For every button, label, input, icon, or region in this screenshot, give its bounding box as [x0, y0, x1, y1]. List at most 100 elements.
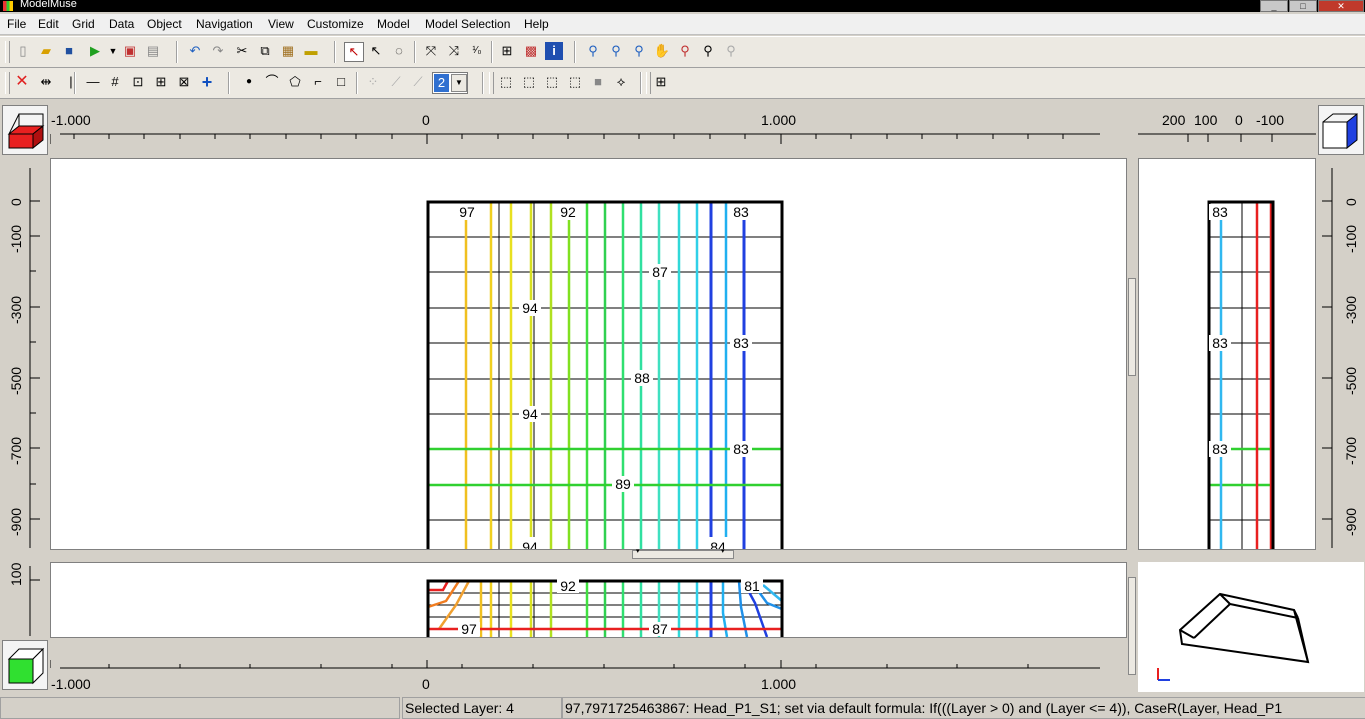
- vertical-splitter-handle-bottom[interactable]: [1128, 577, 1136, 675]
- line-object-icon[interactable]: ⌒: [263, 73, 281, 91]
- layer-select[interactable]: 2 ▼: [432, 72, 468, 94]
- cube-wire-icon[interactable]: ⟡: [612, 73, 630, 91]
- pan-hand-icon[interactable]: ✋: [653, 42, 671, 60]
- left-ruler-label: 0: [8, 198, 24, 206]
- redo-icon[interactable]: ↷: [209, 42, 227, 60]
- run-dropdown-icon[interactable]: ▼: [104, 42, 122, 60]
- select-arrow-icon[interactable]: ↖: [344, 42, 364, 62]
- contour-label: 92: [560, 578, 576, 594]
- chevron-down-icon[interactable]: ▼: [451, 74, 467, 92]
- delete-segment-icon[interactable]: ⤨: [445, 42, 463, 60]
- chevron-up-icon: ▾: [721, 548, 725, 555]
- split-object-icon[interactable]: ⟋: [387, 73, 405, 91]
- show-grid-icon[interactable]: ⊞: [652, 73, 670, 91]
- top-ruler-label: -1.000: [51, 112, 91, 128]
- zoom-in-icon[interactable]: ⚲: [607, 42, 625, 60]
- top-view-cube-button[interactable]: [2, 105, 48, 155]
- front-view-cube-button[interactable]: [2, 640, 48, 690]
- restore-default-zoom-icon[interactable]: ⚲: [722, 42, 740, 60]
- point-object-icon[interactable]: ●: [240, 73, 258, 91]
- menu-grid[interactable]: Grid: [72, 17, 95, 31]
- add-vertex-icon[interactable]: ⤧: [422, 42, 440, 60]
- maximize-button[interactable]: □: [1289, 0, 1317, 12]
- zoom-extents-icon[interactable]: ⚲: [676, 42, 694, 60]
- menu-object[interactable]: Object: [147, 17, 182, 31]
- move-grid-line-icon[interactable]: ⇹: [37, 73, 55, 91]
- delete-grid-line-icon[interactable]: ✕: [13, 73, 31, 91]
- menu-model-selection[interactable]: Model Selection: [425, 17, 510, 31]
- top-view-panel[interactable]: 97 92 83 87 94 83 88 94 83 89 94 84: [50, 158, 1127, 550]
- 3d-view-panel[interactable]: [1138, 562, 1364, 692]
- side-top-ruler: 200 100 0 -100: [1138, 112, 1316, 142]
- top-ruler: -1.000 0 1.000: [50, 112, 1100, 144]
- info-icon[interactable]: i: [545, 42, 563, 60]
- run-model-icon[interactable]: ▶: [86, 42, 104, 60]
- side-ruler-label: 200: [1162, 112, 1186, 128]
- color-grid-icon[interactable]: ▩: [522, 42, 540, 60]
- new-file-icon[interactable]: ▯: [14, 42, 32, 60]
- cube-view-4-icon[interactable]: ⬚: [566, 73, 584, 91]
- zoom-out-icon[interactable]: ⚲: [630, 42, 648, 60]
- menu-view[interactable]: View: [268, 17, 294, 31]
- open-folder-icon[interactable]: ▰: [37, 42, 55, 60]
- top-view-canvas[interactable]: 97 92 83 87 94 83 88 94 83 89 94 84: [51, 159, 1126, 549]
- side-view-canvas[interactable]: 83 83 83: [1139, 159, 1315, 549]
- left-ruler-front-label: 100: [8, 562, 24, 586]
- menu-bar: File Edit Grid Data Object Navigation Vi…: [0, 14, 1365, 35]
- model-viewer-icon[interactable]: ▣: [121, 42, 139, 60]
- add-column-icon[interactable]: |: [62, 73, 80, 91]
- polygon-object-icon[interactable]: ⬠: [286, 73, 304, 91]
- toolbar-grip: [5, 72, 10, 94]
- contour-label: 97: [459, 204, 475, 220]
- cube-view-2-icon[interactable]: ⬚: [520, 73, 538, 91]
- top-ruler-ticks: [50, 134, 1064, 144]
- menu-data[interactable]: Data: [109, 17, 134, 31]
- cube-solid-icon[interactable]: ■: [589, 73, 607, 91]
- side-view-panel[interactable]: 83 83 83: [1138, 158, 1316, 550]
- front-view-canvas[interactable]: 92 81 97 87: [51, 563, 1126, 637]
- vertex-numbers-icon[interactable]: ¹⁄₀: [468, 42, 486, 60]
- right-ruler-label: 0: [1343, 198, 1359, 206]
- separator: [176, 41, 178, 63]
- undo-icon[interactable]: ↶: [186, 42, 204, 60]
- menu-customize[interactable]: Customize: [307, 17, 364, 31]
- cut-icon[interactable]: ✂: [233, 42, 251, 60]
- menu-edit[interactable]: Edit: [38, 17, 59, 31]
- rectangle-object-icon[interactable]: □: [332, 73, 350, 91]
- contour-label: 87: [652, 621, 668, 637]
- lasso-select-icon[interactable]: ◌: [390, 42, 408, 60]
- grid-spacing-icon[interactable]: ⊡: [129, 73, 147, 91]
- measure-ruler-icon[interactable]: ▬: [302, 42, 320, 60]
- rotate-grid-icon[interactable]: ⊠: [175, 73, 193, 91]
- menu-help[interactable]: Help: [524, 17, 549, 31]
- merge-object-icon[interactable]: ⟋: [409, 73, 427, 91]
- vertical-splitter-handle[interactable]: [1128, 278, 1136, 376]
- 3d-view-canvas[interactable]: [1138, 562, 1364, 692]
- cube-view-1-icon[interactable]: ⬚: [497, 73, 515, 91]
- menu-navigation[interactable]: Navigation: [196, 17, 253, 31]
- paste-icon[interactable]: ▦: [279, 42, 297, 60]
- side-view-cube-button[interactable]: [1318, 105, 1364, 155]
- edit-vertices-icon[interactable]: ⁘: [364, 73, 382, 91]
- front-view-panel[interactable]: 92 81 97 87: [50, 562, 1127, 638]
- zoom-window-icon[interactable]: ⚲: [699, 42, 717, 60]
- minimize-button[interactable]: _: [1260, 0, 1288, 12]
- add-grid-icon[interactable]: +: [198, 73, 216, 91]
- horizontal-splitter-handle[interactable]: ▾ ▾: [632, 548, 734, 559]
- separator: [482, 72, 484, 94]
- add-row-icon[interactable]: —: [84, 73, 102, 91]
- close-button[interactable]: ✕: [1318, 0, 1364, 12]
- generate-grid-icon[interactable]: ⊞: [152, 73, 170, 91]
- export-icon[interactable]: ▤: [144, 42, 162, 60]
- copy-icon[interactable]: ⧉: [256, 42, 274, 60]
- cube-view-3-icon[interactable]: ⬚: [543, 73, 561, 91]
- straight-line-object-icon[interactable]: ⌐: [309, 73, 327, 91]
- show-objects-icon[interactable]: ⊞: [498, 42, 516, 60]
- menu-file[interactable]: File: [7, 17, 26, 31]
- title-bar: ModelMuse _ □ ✕: [0, 0, 1365, 12]
- save-icon[interactable]: ■: [60, 42, 78, 60]
- subdivide-grid-icon[interactable]: #: [106, 73, 124, 91]
- menu-model[interactable]: Model: [377, 17, 410, 31]
- zoom-icon[interactable]: ⚲: [584, 42, 602, 60]
- select-point-icon[interactable]: ↖: [367, 42, 385, 60]
